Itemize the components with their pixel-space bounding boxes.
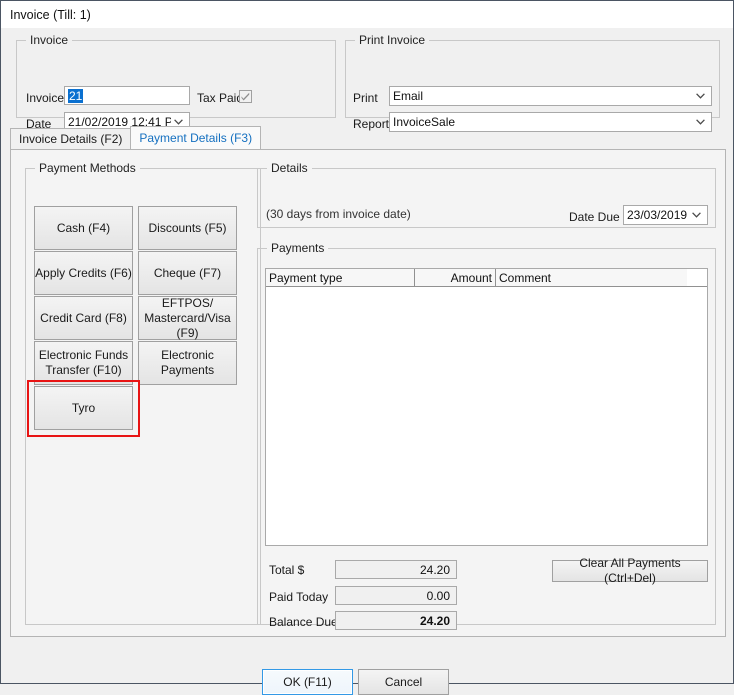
date-due-picker[interactable]: 23/03/2019 bbox=[623, 205, 708, 225]
tab-invoice-details[interactable]: Invoice Details (F2) bbox=[10, 128, 131, 149]
tab-label: Payment Details (F3) bbox=[139, 131, 252, 145]
invoice-group-legend: Invoice bbox=[26, 34, 72, 47]
eftpos-mastercard-visa-button[interactable]: EFTPOS/ Mastercard/Visa (F9) bbox=[138, 296, 237, 340]
tax-paid-checkbox[interactable] bbox=[239, 90, 252, 103]
print-value: Email bbox=[393, 89, 693, 103]
button-label: Cash (F4) bbox=[57, 221, 110, 236]
apply-credits-button[interactable]: Apply Credits (F6) bbox=[34, 251, 133, 295]
button-label: Clear All Payments (Ctrl+Del) bbox=[553, 556, 707, 586]
balance-due-label: Balance Due bbox=[269, 615, 338, 629]
discounts-button[interactable]: Discounts (F5) bbox=[138, 206, 237, 250]
invoice-window: Invoice (Till: 1) Invoice Invoice 21 Tax… bbox=[0, 0, 734, 684]
button-label: OK (F11) bbox=[283, 675, 331, 690]
electronic-funds-transfer-button[interactable]: Electronic Funds Transfer (F10) bbox=[34, 341, 133, 385]
tab-payment-details[interactable]: Payment Details (F3) bbox=[130, 126, 261, 149]
cancel-button[interactable]: Cancel bbox=[358, 669, 449, 695]
button-label: Tyro bbox=[72, 401, 95, 416]
invoice-group: Invoice bbox=[16, 40, 336, 118]
button-label: Apply Credits (F6) bbox=[35, 266, 132, 281]
print-select[interactable]: Email bbox=[389, 86, 712, 106]
report-value: InvoiceSale bbox=[393, 115, 693, 129]
window-titlebar: Invoice (Till: 1) bbox=[1, 1, 733, 28]
print-invoice-group: Print Invoice bbox=[345, 40, 720, 118]
payments-table-header-row: Payment type Amount Comment bbox=[266, 269, 707, 287]
total-label: Total $ bbox=[269, 563, 304, 577]
balance-due-value: 24.20 bbox=[420, 614, 450, 628]
invoice-number-input[interactable]: 21 bbox=[64, 86, 190, 105]
window-title: Invoice (Till: 1) bbox=[10, 8, 91, 22]
ok-button[interactable]: OK (F11) bbox=[262, 669, 353, 695]
date-due-label: Date Due bbox=[569, 210, 620, 224]
credit-card-button[interactable]: Credit Card (F8) bbox=[34, 296, 133, 340]
paid-today-value: 0.00 bbox=[427, 589, 450, 603]
button-label: Cheque (F7) bbox=[154, 266, 221, 281]
payments-table[interactable]: Payment type Amount Comment bbox=[265, 268, 708, 546]
payment-methods-legend: Payment Methods bbox=[35, 162, 140, 175]
invoice-number-label: Invoice bbox=[26, 91, 64, 105]
button-label: Discounts (F5) bbox=[148, 221, 226, 236]
button-label: Cancel bbox=[385, 675, 422, 690]
column-header-comment[interactable]: Comment bbox=[496, 269, 687, 286]
chevron-down-icon[interactable] bbox=[693, 93, 708, 99]
column-header-filler bbox=[687, 269, 707, 286]
chevron-down-icon[interactable] bbox=[693, 119, 708, 125]
button-label: Electronic Funds Transfer (F10) bbox=[35, 348, 132, 378]
paid-today-label: Paid Today bbox=[269, 590, 328, 604]
tax-paid-label: Tax Paid bbox=[197, 91, 243, 105]
tabstrip: Invoice Details (F2) Payment Details (F3… bbox=[10, 126, 260, 149]
column-header-amount[interactable]: Amount bbox=[415, 269, 496, 286]
tyro-button[interactable]: Tyro bbox=[34, 386, 133, 430]
window-client-area: Invoice Invoice 21 Tax Paid Date 21/02/2… bbox=[1, 28, 733, 683]
print-label: Print bbox=[353, 91, 378, 105]
column-header-payment-type[interactable]: Payment type bbox=[266, 269, 415, 286]
print-invoice-group-legend: Print Invoice bbox=[355, 34, 429, 47]
payments-group-legend: Payments bbox=[267, 242, 328, 255]
total-value-field: 24.20 bbox=[335, 560, 457, 579]
total-value: 24.20 bbox=[420, 563, 450, 577]
payment-terms-note: (30 days from invoice date) bbox=[266, 207, 411, 221]
check-icon bbox=[240, 91, 251, 102]
report-label: Report bbox=[353, 117, 389, 131]
date-due-value: 23/03/2019 bbox=[627, 208, 689, 222]
chevron-down-icon[interactable] bbox=[689, 212, 704, 218]
invoice-number-value: 21 bbox=[68, 89, 83, 103]
details-group-legend: Details bbox=[267, 162, 312, 175]
report-select[interactable]: InvoiceSale bbox=[389, 112, 712, 132]
electronic-payments-button[interactable]: Electronic Payments bbox=[138, 341, 237, 385]
clear-all-payments-button[interactable]: Clear All Payments (Ctrl+Del) bbox=[552, 560, 708, 582]
button-label: Credit Card (F8) bbox=[40, 311, 127, 326]
tab-label: Invoice Details (F2) bbox=[19, 132, 122, 146]
button-label: Electronic Payments bbox=[139, 348, 236, 378]
balance-due-value-field: 24.20 bbox=[335, 611, 457, 630]
chevron-down-icon[interactable] bbox=[171, 119, 186, 125]
button-label: EFTPOS/ Mastercard/Visa (F9) bbox=[139, 296, 236, 341]
cheque-button[interactable]: Cheque (F7) bbox=[138, 251, 237, 295]
paid-today-value-field: 0.00 bbox=[335, 586, 457, 605]
cash-button[interactable]: Cash (F4) bbox=[34, 206, 133, 250]
